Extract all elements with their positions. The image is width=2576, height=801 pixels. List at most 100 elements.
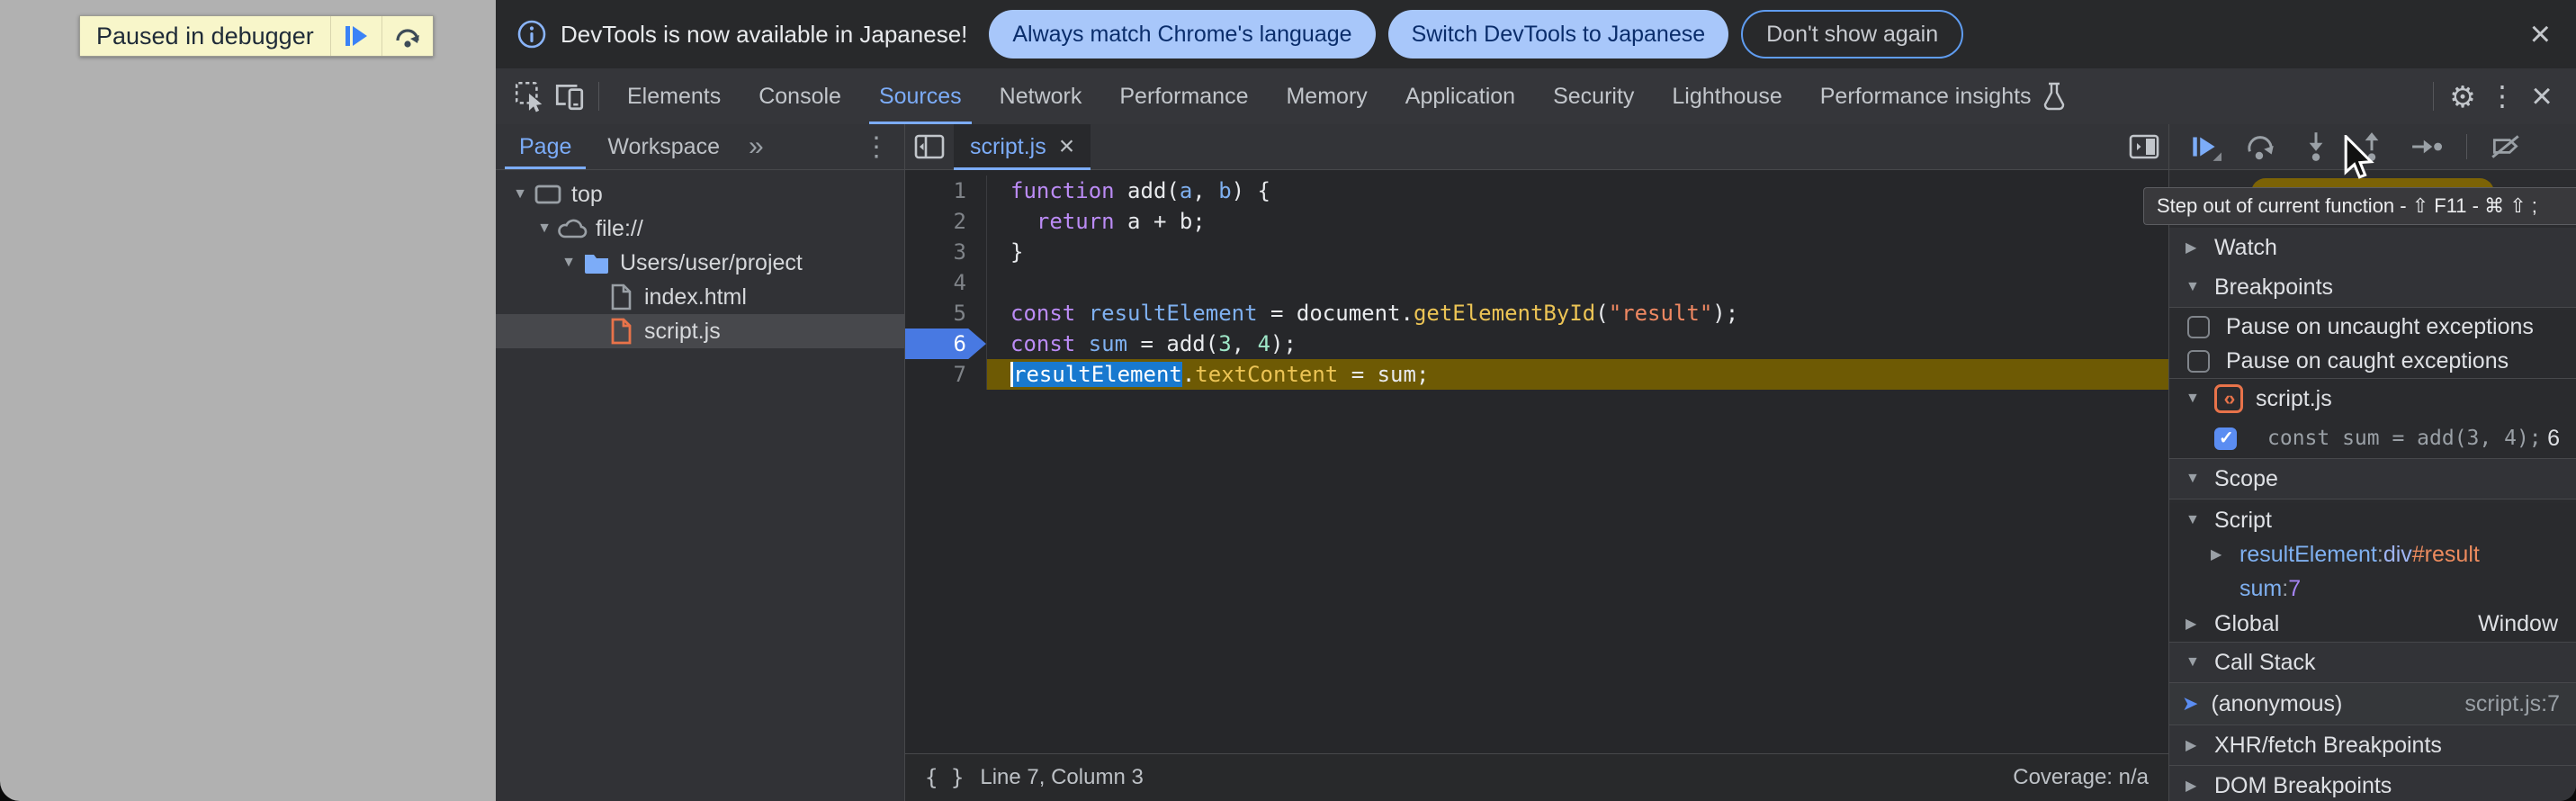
section-dom-breakpoints[interactable]: ▶ DOM Breakpoints — [2169, 766, 2576, 801]
code-line-5[interactable]: 5const resultElement = document.getEleme… — [905, 298, 2168, 328]
scope-var-resultelement[interactable]: ▶ resultElement: div#result — [2169, 537, 2576, 572]
code-line-3[interactable]: 3} — [905, 237, 2168, 267]
inspect-icon[interactable] — [510, 76, 550, 116]
pause-caught-checkbox[interactable] — [2187, 350, 2210, 373]
chevron-down-icon[interactable]: ▼ — [533, 220, 556, 237]
section-watch[interactable]: ▶ Watch — [2169, 228, 2576, 267]
editor-tab-script-js[interactable]: script.js × — [954, 124, 1091, 169]
dont-show-again-button[interactable]: Don't show again — [1741, 10, 1963, 58]
toggle-debugger-sidebar-icon[interactable] — [2120, 124, 2168, 169]
chevron-right-icon: ▶ — [2211, 545, 2239, 563]
watch-section-label: Watch — [2214, 235, 2277, 261]
tab-lighthouse[interactable]: Lighthouse — [1653, 68, 1800, 124]
tab-memory[interactable]: Memory — [1267, 68, 1386, 124]
tab-application[interactable]: Application — [1387, 68, 1534, 124]
navigator-header: Page Workspace » ⋮ — [496, 124, 904, 170]
tab-page[interactable]: Page — [501, 124, 589, 169]
deactivate-breakpoints-icon[interactable] — [2489, 130, 2523, 164]
tree-item-script-js[interactable]: script.js — [496, 314, 904, 348]
resume-icon[interactable] — [2187, 130, 2221, 164]
tab-performance[interactable]: Performance — [1100, 68, 1267, 124]
chevron-right-icon: ▶ — [2186, 736, 2214, 754]
step-over-icon[interactable] — [2243, 130, 2277, 164]
navigator-sidebar: Page Workspace » ⋮ ▼top▼file://▼Users/us… — [496, 124, 905, 801]
code-line-4[interactable]: 4 — [905, 267, 2168, 298]
scope-var-name: resultElement — [2239, 542, 2377, 568]
tree-item-top[interactable]: ▼top — [496, 177, 904, 212]
step-over-button[interactable] — [381, 16, 433, 56]
tab-security[interactable]: Security — [1534, 68, 1653, 124]
navigator-kebab-icon[interactable]: ⋮ — [863, 131, 890, 163]
editor-tab-close-icon[interactable]: × — [1059, 133, 1075, 160]
breakpoint-marker[interactable]: 6 — [905, 328, 986, 359]
tab-elements[interactable]: Elements — [608, 68, 740, 124]
pause-uncaught-exceptions-row[interactable]: Pause on uncaught exceptions — [2169, 310, 2576, 344]
section-call-stack[interactable]: ▼ Call Stack — [2169, 642, 2576, 683]
toggle-navigator-icon[interactable] — [905, 124, 954, 169]
infobar-message: DevTools is now available in Japanese! — [561, 21, 967, 49]
switch-to-japanese-button[interactable]: Switch DevTools to Japanese — [1388, 10, 1729, 58]
devtools-tabbar: ElementsConsoleSourcesNetworkPerformance… — [496, 68, 2576, 124]
tab-network[interactable]: Network — [981, 68, 1101, 124]
more-options-kebab-icon[interactable]: ⋮ — [2482, 76, 2522, 116]
tab-performance-insights[interactable]: Performance insights — [1801, 68, 2087, 124]
section-xhr-breakpoints[interactable]: ▶ XHR/fetch Breakpoints — [2169, 725, 2576, 766]
editor-tab-label: script.js — [970, 134, 1046, 160]
chevron-down-icon[interactable]: ▼ — [508, 186, 532, 202]
pause-caught-exceptions-row[interactable]: Pause on caught exceptions — [2169, 344, 2576, 379]
breakpoint-entry-row[interactable]: const sum = add(3, 4); 6 — [2169, 418, 2576, 458]
breakpoint-checkbox[interactable] — [2214, 428, 2237, 450]
tree-item-index-html[interactable]: index.html — [496, 280, 904, 314]
step-out-icon[interactable] — [2355, 130, 2389, 164]
code-line-7[interactable]: 7resultElement.textContent = sum; — [905, 359, 2168, 390]
editor-status-bar: { } Line 7, Column 3 Coverage: n/a — [905, 753, 2168, 801]
step-icon[interactable] — [2410, 130, 2445, 164]
devtools-window: DevTools is now available in Japanese! A… — [496, 0, 2576, 801]
line-number[interactable]: 4 — [905, 267, 986, 298]
scope-script-group[interactable]: ▼ Script — [2169, 503, 2576, 537]
code-token: resultElement — [1089, 301, 1258, 326]
tab-workspace[interactable]: Workspace — [589, 124, 738, 169]
code-text: const resultElement = document.getElemen… — [986, 298, 2168, 328]
editor-tab-strip: script.js × — [905, 124, 2168, 170]
tree-item-label: file:// — [596, 216, 643, 242]
tab-label: Console — [758, 84, 841, 110]
breakpoint-file-group[interactable]: ▼ ‹› script.js — [2169, 379, 2576, 418]
line-number[interactable]: 2 — [905, 206, 986, 237]
devtools-tabbar-tabs: ElementsConsoleSourcesNetworkPerformance… — [608, 68, 2087, 124]
scope-global-group[interactable]: ▶ Global Window — [2169, 606, 2576, 642]
code-token: , — [1232, 331, 1258, 356]
section-scope[interactable]: ▼ Scope — [2169, 458, 2576, 500]
section-breakpoints[interactable]: ▼ Breakpoints — [2169, 267, 2576, 308]
tab-sources[interactable]: Sources — [860, 68, 981, 124]
tab-console[interactable]: Console — [740, 68, 860, 124]
pause-uncaught-checkbox[interactable] — [2187, 316, 2210, 338]
devtools-close-icon[interactable]: × — [2522, 76, 2562, 116]
call-stack-frame-row[interactable]: ➤ (anonymous) script.js:7 — [2169, 683, 2576, 725]
infobar-close-icon[interactable]: × — [2530, 16, 2551, 52]
code-line-2[interactable]: 2 return a + b; — [905, 206, 2168, 237]
code-text — [986, 267, 2168, 298]
line-number[interactable]: 1 — [905, 176, 986, 206]
call-stack-section-label: Call Stack — [2214, 650, 2316, 676]
code-editor[interactable]: 1function add(a, b) {2 return a + b;3}45… — [905, 170, 2168, 753]
sources-panel: Page Workspace » ⋮ ▼top▼file://▼Users/us… — [496, 124, 2576, 801]
chevron-down-icon[interactable]: ▼ — [557, 255, 580, 271]
scope-var-name: sum — [2239, 576, 2282, 602]
scope-var-sum[interactable]: sum: 7 — [2169, 572, 2576, 606]
code-line-6[interactable]: 6const sum = add(3, 4); — [905, 328, 2168, 359]
pretty-print-braces-icon[interactable]: { } — [925, 765, 964, 790]
settings-gear-icon[interactable]: ⚙ — [2443, 76, 2482, 116]
line-number[interactable]: 5 — [905, 298, 986, 328]
line-number[interactable]: 3 — [905, 237, 986, 267]
resume-script-button[interactable] — [330, 16, 381, 56]
more-tabs-icon[interactable]: » — [738, 131, 775, 162]
always-match-language-button[interactable]: Always match Chrome's language — [989, 10, 1375, 58]
scope-section-label: Scope — [2214, 466, 2278, 492]
code-line-1[interactable]: 1function add(a, b) { — [905, 176, 2168, 206]
device-toolbar-icon[interactable] — [550, 76, 589, 116]
tree-item-file[interactable]: ▼ file:// — [496, 212, 904, 246]
line-number[interactable]: 7 — [905, 359, 986, 390]
step-into-icon[interactable] — [2299, 130, 2333, 164]
tree-item-users-user-project[interactable]: ▼Users/user/project — [496, 246, 904, 280]
